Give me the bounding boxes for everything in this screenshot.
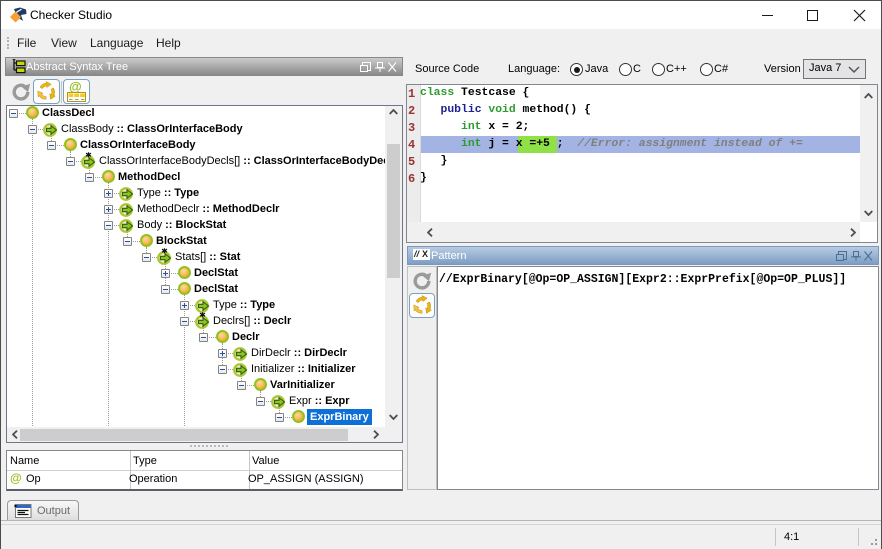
svg-text:@: @: [69, 80, 82, 94]
